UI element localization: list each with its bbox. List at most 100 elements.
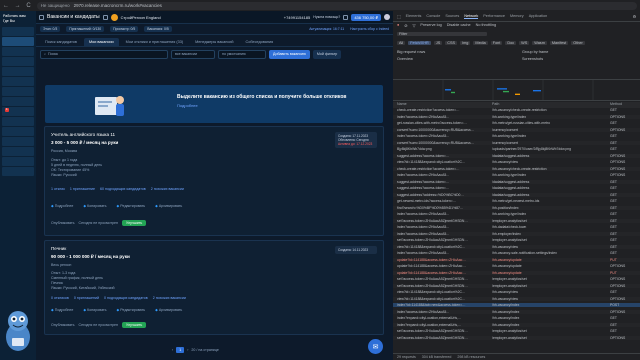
request-row[interactable]: index?access-token=ZHIoAacA5... /hh-worki… [393,173,640,177]
request-row[interactable]: set?access-token=ZHIoAacA5ZjmmtGHSDN… /em… [393,238,640,242]
publish-toggle[interactable]: Опубликовать [51,323,75,327]
vacancy-card[interactable]: Учитель английского языка 11 3 000 - 5 0… [44,126,384,236]
responses-counter[interactable]: 1 отклик [51,187,65,191]
devtools-tab-memory[interactable]: Memory [510,14,524,18]
sidebar-item[interactable] [2,77,34,86]
disable-cache-checkbox[interactable]: Disable cache [447,23,471,27]
request-row[interactable]: convert?sum=10000000&currency=RUB&access… [393,127,640,132]
request-row[interactable]: index?access-token=ZHIoAacA5... /hh-vacan… [393,309,640,314]
matching-candidates-counter[interactable]: 0 подходящих кандидатов [104,296,148,300]
devtools-tab-application[interactable]: Application [529,14,548,18]
request-row[interactable]: suggest-address?access-token=… /dadata/su… [393,186,640,190]
my-filter-button[interactable]: Мой фильтр [312,49,342,59]
column-method[interactable]: Method [610,102,622,106]
overview-checkbox[interactable]: Overview [397,57,517,61]
request-row[interactable]: index?expand=cityLocation,externalUrls,…… [393,322,640,327]
sidebar-item[interactable] [2,87,34,96]
request-row[interactable]: update?id=114188&access-token=ZHIoAac… /h… [393,270,640,275]
type-filter-chip[interactable]: Fetch/XHR [408,40,431,45]
request-row[interactable]: index?access-token=ZHIoAacA5... /hh-vacan… [393,251,640,255]
devtools-tab-console[interactable]: Console [426,14,440,18]
request-row[interactable]: get-russian-cities-with-metro?access-tok… [393,121,640,125]
request-row[interactable]: Bjy8kj8KbWb7ddw.png/uploads/partner/2970… [393,147,640,151]
sidebar-item[interactable] [2,137,34,146]
request-row[interactable]: convert?sum=10000000&currency=RUB&access… [393,140,640,145]
sidebar-item[interactable] [2,127,34,136]
archive-action[interactable]: Архивировать [155,308,182,312]
chat-button[interactable]: ✉ [368,339,383,354]
help-link[interactable]: Нужна помощь? [313,15,340,19]
notifications-icon[interactable] [343,14,349,20]
request-row[interactable]: set?access-token=ZHIoAacA5ZjmmtGHSDN… /em… [393,218,640,223]
type-filter-chip[interactable]: All [397,40,406,45]
sidebar-item[interactable] [2,117,34,126]
devtools-tab-performance[interactable]: Performance [483,14,505,18]
invitations-counter[interactable]: 0 приглашений [74,296,99,300]
copy-action[interactable]: Копировать [83,308,106,312]
type-filter-chip[interactable]: Font [490,40,503,45]
group-by-frame-checkbox[interactable]: Group by frame [522,50,548,54]
type-filter-chip[interactable]: Other [571,40,585,45]
type-filter-chip[interactable]: CSS [445,40,458,45]
type-filter-chip[interactable]: WS [519,40,530,45]
screenshots-checkbox[interactable]: Screenshots [522,57,543,61]
big-rows-checkbox[interactable]: Big request rows [397,50,517,54]
request-row[interactable]: set?access-token=ZHIoAacA5ZjmmtGHSDN… /em… [393,283,640,288]
avatar[interactable] [384,14,390,20]
devtools-tab-elements[interactable]: Elements [406,14,422,18]
vacancy-title[interactable]: Учитель английского языка 11 [51,132,115,137]
filter-input[interactable]: Filter [397,31,487,36]
throttling-select[interactable]: No throttling [476,23,496,27]
type-filter-chip[interactable]: Doc [505,40,517,45]
promo-more-link[interactable]: Подробнее [177,103,198,108]
sidebar-item[interactable] [2,27,34,36]
sidebar-item[interactable] [2,147,34,156]
request-row[interactable]: set?access-token=ZHIoAacA5ZjmmtGHSDN… /em… [393,335,640,340]
vacancy-card[interactable]: Печник 90 000 - 1 000 000 ₽ / месяц на р… [44,240,384,335]
record-icon[interactable]: ● [397,23,399,27]
page-button[interactable]: 1 [176,347,185,353]
company-name[interactable]: СтройРегион England [121,15,161,20]
column-name[interactable]: Name [397,102,407,106]
vacancy-scope-select[interactable]: все вакансии [171,49,215,59]
page-size-select[interactable]: 20 / на странице [191,348,218,352]
tab-candidate-search[interactable]: Поиск кандидатов [40,38,82,46]
clear-icon[interactable]: ⊘ [404,23,407,28]
promo-banner[interactable]: Выделите вакансию из общего списка и пол… [45,85,383,123]
menu-icon[interactable] [39,14,44,20]
edit-action[interactable]: Редактировать [117,204,145,208]
request-row[interactable]: index?access-token=ZHIoAacA5... /hh-dadat… [393,225,640,229]
sidebar-item[interactable] [2,157,34,166]
tab-vacancy-managers[interactable]: Менеджеры вакансий [190,38,238,46]
request-row[interactable]: index?access-token=ZHIoAacA5... /hh-worki… [393,212,640,216]
type-filter-chip[interactable]: Manifest [549,40,569,45]
sidebar-item[interactable]: 1 [2,107,34,116]
request-row[interactable]: set?access-token=ZHIoAacA5ZjmmtGHSDN… /em… [393,277,640,281]
request-row[interactable]: view?id=114188&expand=cityLocation%2C… /h… [393,296,640,301]
details-action[interactable]: Подробнее [51,204,74,208]
similar-vacancies-counter[interactable]: 2 похожих вакансии [153,296,186,300]
request-row[interactable]: update?id=114188&access-token=ZHIoAac… /h… [393,264,640,268]
security-indicator[interactable]: Не защищено [41,3,70,8]
sort-select[interactable]: по умолчанию [218,49,266,59]
sidebar-item[interactable] [2,47,34,56]
indeed-settings-link[interactable]: Настроить сбор с Indeed [350,27,389,31]
publish-toggle[interactable]: Опубликовать [51,221,75,225]
sidebar-item[interactable] [2,37,34,46]
copy-action[interactable]: Копировать [83,204,106,208]
request-row[interactable]: view?id=114188&expand=cityLocation%2C… /h… [393,290,640,294]
add-vacancy-button[interactable]: Добавить вакансию [269,49,310,59]
improve-button[interactable]: Улучшить [122,322,147,328]
similar-vacancies-counter[interactable]: 2 похожих вакансии [151,187,184,191]
request-row[interactable]: suggest-address?access-token=… /dadata/su… [393,179,640,184]
request-row[interactable]: get-newest-metro-ids?access-token=… /hh-m… [393,199,640,203]
sidebar-item[interactable] [2,97,34,106]
column-path[interactable]: Path [492,102,499,106]
prev-page-icon[interactable]: ‹ [172,348,173,352]
request-row[interactable]: update?id=114188&access-token=ZHIoAac… /h… [393,257,640,262]
devtools-tab-sources[interactable]: Sources [445,14,459,18]
type-filter-chip[interactable]: Img [460,40,471,45]
invitations-counter[interactable]: 1 приглашение [70,187,95,191]
details-action[interactable]: Подробнее [51,308,74,312]
edit-action[interactable]: Редактировать [117,308,145,312]
